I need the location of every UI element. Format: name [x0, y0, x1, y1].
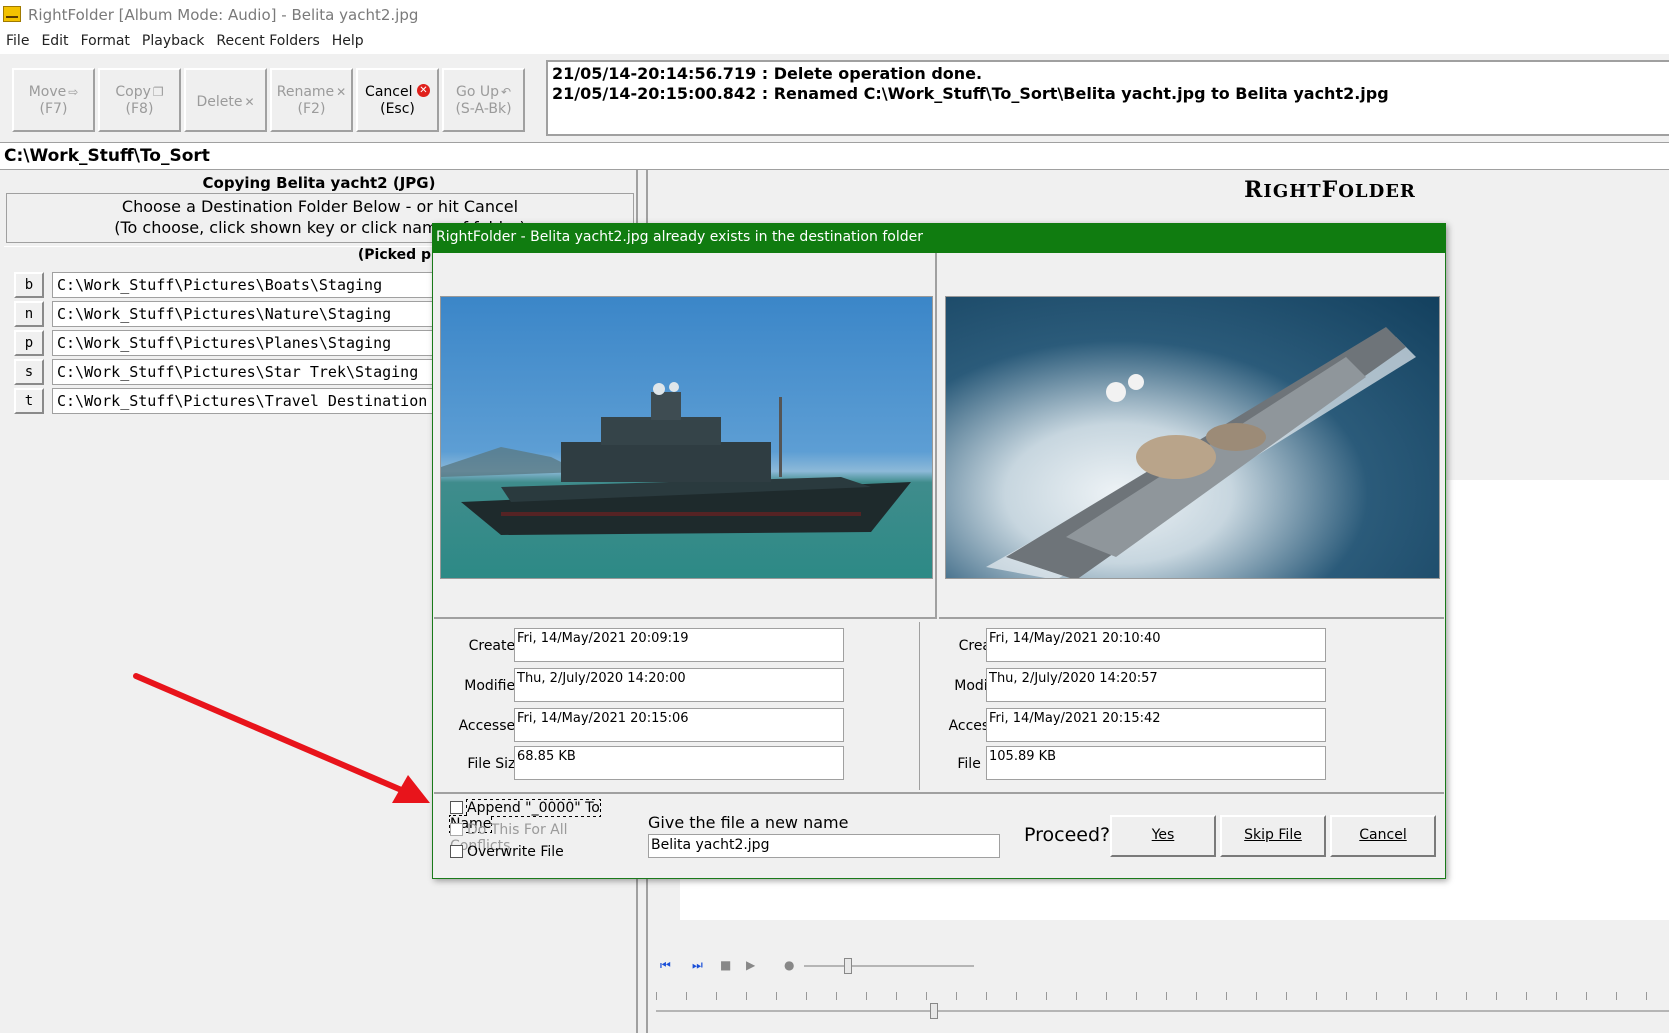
yacht-photo-aerial: [945, 296, 1440, 579]
copy-icon: ❐: [152, 85, 164, 99]
file-size-value: 105.89 KB: [986, 746, 1326, 780]
media-controls: ⏮ ⏭ ■ ▶ ●: [648, 950, 1669, 980]
brand-logo: RIGHTFOLDER: [1244, 177, 1416, 203]
copy-shortcut: (F8): [125, 101, 154, 117]
new-name-label: Give the file a new name: [648, 813, 849, 832]
yes-button[interactable]: Yes: [1110, 815, 1216, 857]
red-arrow-annotation: [133, 673, 430, 803]
yacht-photo-side: [440, 296, 933, 579]
accessed-value: Fri, 14/May/2021 20:15:06: [514, 708, 844, 742]
checkbox-box[interactable]: [450, 845, 463, 858]
move-button[interactable]: Move ⇨ (F7): [12, 68, 95, 132]
log-box: 21/05/14-20:14:56.719 : Delete operation…: [546, 60, 1669, 136]
cancel-button[interactable]: Cancel: [1330, 815, 1436, 857]
destination-key[interactable]: p: [14, 330, 44, 356]
go-up-button[interactable]: Go Up ↶ (S-A-Bk): [442, 68, 525, 132]
window-title: RightFolder [Album Mode: Audio] - Belita…: [28, 6, 419, 24]
play-icon[interactable]: ▶: [746, 958, 755, 972]
go-up-shortcut: (S-A-Bk): [455, 101, 512, 117]
rename-x-icon: ✕: [336, 85, 347, 99]
menu-edit[interactable]: Edit: [35, 30, 74, 49]
menu-help[interactable]: Help: [326, 30, 370, 49]
stop-icon[interactable]: ■: [720, 958, 731, 972]
created-label: Created: [468, 638, 524, 654]
delete-x-icon: ✕: [244, 95, 255, 109]
checkbox-box[interactable]: [450, 801, 463, 814]
menu-recent-folders[interactable]: Recent Folders: [210, 30, 325, 49]
menu-file[interactable]: File: [0, 30, 35, 49]
cancel-icon: ✕: [416, 84, 430, 97]
menu-playback[interactable]: Playback: [136, 30, 210, 49]
file-size-label: File Size: [467, 756, 524, 772]
move-shortcut: (F7): [39, 101, 68, 117]
log-line: 21/05/14-20:14:56.719 : Delete operation…: [552, 64, 983, 83]
copy-label: Copy: [115, 84, 151, 100]
accessed-value: Fri, 14/May/2021 20:15:42: [986, 708, 1326, 742]
rename-shortcut: (F2): [297, 101, 326, 117]
go-up-label: Go Up: [455, 84, 499, 100]
rename-label: Rename: [276, 84, 335, 100]
move-icon: ⇨: [68, 85, 79, 99]
destination-key[interactable]: b: [14, 272, 44, 298]
modified-value: Thu, 2/July/2020 14:20:57: [986, 668, 1326, 702]
existing-file-info: Created Fri, 14/May/2021 20:09:19 Modifi…: [434, 622, 920, 790]
overwrite-label: Overwrite File: [467, 844, 564, 860]
volume-slider-thumb[interactable]: [844, 958, 852, 974]
checkbox-box[interactable]: [450, 823, 463, 836]
go-up-icon: ↶: [500, 85, 512, 99]
destination-path[interactable]: C:\Work_Stuff\Pictures\Star Trek\Staging: [52, 359, 452, 385]
position-ticks: [656, 992, 1669, 1000]
dialog-title: RightFolder - Belita yacht2.jpg already …: [432, 223, 1446, 253]
current-path: C:\Work_Stuff\To_Sort: [0, 142, 1669, 170]
volume-slider[interactable]: [804, 965, 974, 967]
destination-key[interactable]: n: [14, 301, 44, 327]
menu-format[interactable]: Format: [75, 30, 136, 49]
all-conflicts-checkbox[interactable]: Do This For All Conflicts: [450, 822, 630, 854]
new-name-input[interactable]: Belita yacht2.jpg: [648, 834, 1000, 858]
destination-row[interactable]: s C:\Work_Stuff\Pictures\Star Trek\Stagi…: [10, 359, 452, 387]
destination-key[interactable]: t: [14, 388, 44, 414]
created-value: Fri, 14/May/2021 20:10:40: [986, 628, 1326, 662]
move-label: Move: [28, 84, 67, 100]
destination-path[interactable]: C:\Work_Stuff\Pictures\Planes\Staging: [52, 330, 452, 356]
destination-key[interactable]: s: [14, 359, 44, 385]
position-slider[interactable]: [656, 1010, 1669, 1012]
destination-row[interactable]: t C:\Work_Stuff\Pictures\Travel Destinat…: [10, 388, 452, 416]
delete-label: Delete: [196, 94, 243, 110]
log-line: 21/05/14-20:15:00.842 : Renamed C:\Work_…: [552, 84, 1389, 103]
choose-line-1: Choose a Destination Folder Below - or h…: [121, 197, 519, 216]
rename-button[interactable]: Rename ✕ (F2): [270, 68, 353, 132]
skip-file-button[interactable]: Skip File: [1220, 815, 1326, 857]
preview-area: [1440, 480, 1669, 920]
cancel-toolbar-button[interactable]: Cancel ✕ (Esc): [356, 68, 439, 132]
destination-path[interactable]: C:\Work_Stuff\Pictures\Travel Destinatio…: [52, 388, 452, 414]
position-slider-thumb[interactable]: [930, 1003, 938, 1019]
modified-label: Modified: [464, 678, 524, 694]
volume-icon[interactable]: ●: [784, 958, 794, 972]
next-track-icon[interactable]: ⏭: [692, 958, 703, 973]
append-number-checkbox[interactable]: Append "_0000" To Name: [449, 799, 630, 833]
destination-row[interactable]: p C:\Work_Stuff\Pictures\Planes\Staging: [10, 330, 452, 358]
proceed-label: Proceed?: [1024, 824, 1111, 846]
copy-button[interactable]: Copy ❐ (F8): [98, 68, 181, 132]
app-icon: [3, 6, 21, 22]
delete-button[interactable]: Delete ✕: [184, 68, 267, 132]
menu-bar: File Edit Format Playback Recent Folders Help: [0, 30, 1669, 54]
modified-value: Thu, 2/July/2020 14:20:00: [514, 668, 844, 702]
destination-path[interactable]: C:\Work_Stuff\Pictures\Nature\Staging: [52, 301, 452, 327]
previous-track-icon[interactable]: ⏮: [660, 958, 671, 973]
cancel-shortcut: (Esc): [380, 101, 415, 117]
cancel-label: Cancel: [365, 84, 413, 100]
file-size-value: 68.85 KB: [514, 746, 844, 780]
created-value: Fri, 14/May/2021 20:09:19: [514, 628, 844, 662]
destination-row[interactable]: n C:\Work_Stuff\Pictures\Nature\Staging: [10, 301, 452, 329]
overwrite-checkbox[interactable]: Overwrite File: [450, 844, 630, 862]
accessed-label: Accessed: [458, 718, 524, 734]
destination-row[interactable]: b C:\Work_Stuff\Pictures\Boats\Staging: [10, 272, 452, 300]
new-file-info: Created Fri, 14/May/2021 20:10:40 Modifi…: [924, 622, 1444, 790]
copying-title: Copying Belita yacht2 (JPG): [202, 174, 436, 192]
divider: [434, 792, 1444, 794]
destination-path[interactable]: C:\Work_Stuff\Pictures\Boats\Staging: [52, 272, 452, 298]
